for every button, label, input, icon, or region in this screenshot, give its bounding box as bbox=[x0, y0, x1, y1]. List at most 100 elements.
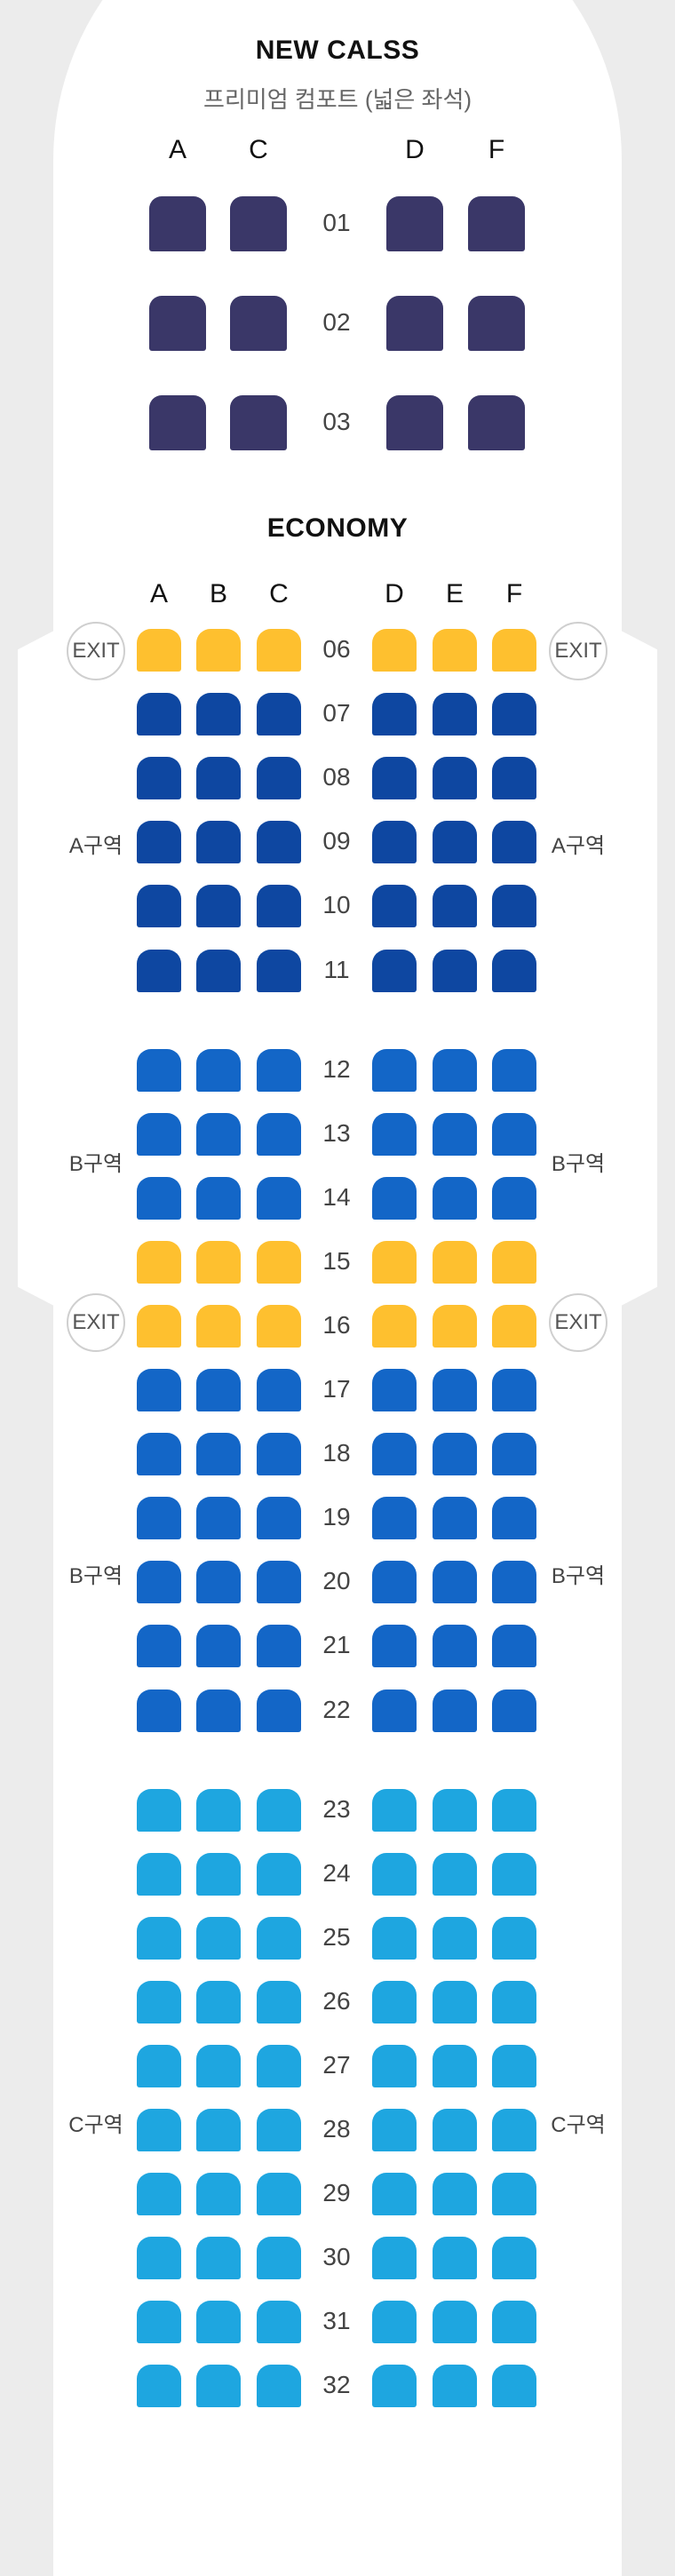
seat-10C[interactable] bbox=[257, 885, 301, 928]
seat-28B[interactable] bbox=[196, 2109, 241, 2151]
seat-31C[interactable] bbox=[257, 2301, 301, 2344]
seat-25F[interactable] bbox=[492, 1916, 536, 1960]
seat-02C[interactable] bbox=[230, 296, 287, 351]
seat-30D[interactable] bbox=[372, 2237, 417, 2280]
seat-20F[interactable] bbox=[492, 1561, 536, 1604]
seat-15B[interactable] bbox=[196, 1240, 241, 1284]
seat-22A[interactable] bbox=[137, 1689, 181, 1732]
seat-07A[interactable] bbox=[137, 693, 181, 736]
seat-21B[interactable] bbox=[196, 1625, 241, 1668]
seat-26C[interactable] bbox=[257, 1980, 301, 2023]
seat-02D[interactable] bbox=[386, 296, 443, 351]
seat-06A[interactable] bbox=[137, 629, 181, 672]
seat-29C[interactable] bbox=[257, 2173, 301, 2216]
seat-24C[interactable] bbox=[257, 1852, 301, 1896]
seat-31E[interactable] bbox=[433, 2301, 477, 2344]
seat-17D[interactable] bbox=[372, 1369, 417, 1411]
seat-07B[interactable] bbox=[196, 693, 241, 736]
seat-21D[interactable] bbox=[372, 1625, 417, 1668]
seat-27E[interactable] bbox=[433, 2044, 477, 2087]
seat-20D[interactable] bbox=[372, 1561, 417, 1604]
seat-29E[interactable] bbox=[433, 2173, 477, 2216]
seat-26D[interactable] bbox=[372, 1980, 417, 2023]
seat-03F[interactable] bbox=[468, 395, 525, 450]
seat-06F[interactable] bbox=[492, 629, 536, 672]
seat-24E[interactable] bbox=[433, 1852, 477, 1896]
seat-10B[interactable] bbox=[196, 885, 241, 928]
seat-32C[interactable] bbox=[257, 2365, 301, 2408]
seat-23C[interactable] bbox=[257, 1788, 301, 1832]
seat-20C[interactable] bbox=[257, 1561, 301, 1604]
seat-31B[interactable] bbox=[196, 2301, 241, 2344]
seat-18D[interactable] bbox=[372, 1433, 417, 1476]
seat-17A[interactable] bbox=[137, 1369, 181, 1411]
seat-18E[interactable] bbox=[433, 1433, 477, 1476]
seat-07E[interactable] bbox=[433, 693, 477, 736]
seat-03A[interactable] bbox=[149, 395, 206, 450]
seat-28C[interactable] bbox=[257, 2109, 301, 2151]
seat-07D[interactable] bbox=[372, 693, 417, 736]
seat-14C[interactable] bbox=[257, 1176, 301, 1220]
seat-19F[interactable] bbox=[492, 1497, 536, 1540]
seat-12B[interactable] bbox=[196, 1048, 241, 1092]
seat-31A[interactable] bbox=[137, 2301, 181, 2344]
seat-11F[interactable] bbox=[492, 949, 536, 992]
seat-22E[interactable] bbox=[433, 1689, 477, 1732]
seat-30C[interactable] bbox=[257, 2237, 301, 2280]
seat-28E[interactable] bbox=[433, 2109, 477, 2151]
seat-19D[interactable] bbox=[372, 1497, 417, 1540]
seat-02A[interactable] bbox=[149, 296, 206, 351]
seat-24D[interactable] bbox=[372, 1852, 417, 1896]
seat-08B[interactable] bbox=[196, 757, 241, 800]
seat-29B[interactable] bbox=[196, 2173, 241, 2216]
seat-23A[interactable] bbox=[137, 1788, 181, 1832]
seat-18C[interactable] bbox=[257, 1433, 301, 1476]
exit-badge-left-mid[interactable]: EXIT bbox=[67, 1293, 125, 1352]
seat-11B[interactable] bbox=[196, 949, 241, 992]
seat-26E[interactable] bbox=[433, 1980, 477, 2023]
seat-22B[interactable] bbox=[196, 1689, 241, 1732]
seat-12F[interactable] bbox=[492, 1048, 536, 1092]
seat-22C[interactable] bbox=[257, 1689, 301, 1732]
seat-19B[interactable] bbox=[196, 1497, 241, 1540]
seat-17E[interactable] bbox=[433, 1369, 477, 1411]
seat-08D[interactable] bbox=[372, 757, 417, 800]
seat-29F[interactable] bbox=[492, 2173, 536, 2216]
seat-07F[interactable] bbox=[492, 693, 536, 736]
seat-31D[interactable] bbox=[372, 2301, 417, 2344]
seat-25E[interactable] bbox=[433, 1916, 477, 1960]
seat-13F[interactable] bbox=[492, 1112, 536, 1156]
seat-19E[interactable] bbox=[433, 1497, 477, 1540]
seat-23B[interactable] bbox=[196, 1788, 241, 1832]
seat-26A[interactable] bbox=[137, 1980, 181, 2023]
seat-11A[interactable] bbox=[137, 949, 181, 992]
seat-22F[interactable] bbox=[492, 1689, 536, 1732]
seat-15D[interactable] bbox=[372, 1240, 417, 1284]
seat-08F[interactable] bbox=[492, 757, 536, 800]
seat-09C[interactable] bbox=[257, 821, 301, 864]
seat-15F[interactable] bbox=[492, 1240, 536, 1284]
seat-21C[interactable] bbox=[257, 1625, 301, 1668]
seat-26B[interactable] bbox=[196, 1980, 241, 2023]
seat-18F[interactable] bbox=[492, 1433, 536, 1476]
seat-11E[interactable] bbox=[433, 949, 477, 992]
seat-18B[interactable] bbox=[196, 1433, 241, 1476]
seat-17C[interactable] bbox=[257, 1369, 301, 1411]
exit-badge-right-front[interactable]: EXIT bbox=[549, 622, 608, 680]
seat-23F[interactable] bbox=[492, 1788, 536, 1832]
seat-32E[interactable] bbox=[433, 2365, 477, 2408]
seat-12A[interactable] bbox=[137, 1048, 181, 1092]
seat-20A[interactable] bbox=[137, 1561, 181, 1604]
seat-08E[interactable] bbox=[433, 757, 477, 800]
seat-28F[interactable] bbox=[492, 2109, 536, 2151]
seat-11D[interactable] bbox=[372, 949, 417, 992]
seat-24A[interactable] bbox=[137, 1852, 181, 1896]
seat-29D[interactable] bbox=[372, 2173, 417, 2216]
seat-25C[interactable] bbox=[257, 1916, 301, 1960]
seat-21A[interactable] bbox=[137, 1625, 181, 1668]
seat-19A[interactable] bbox=[137, 1497, 181, 1540]
seat-09B[interactable] bbox=[196, 821, 241, 864]
seat-16C[interactable] bbox=[257, 1304, 301, 1348]
seat-06B[interactable] bbox=[196, 629, 241, 672]
seat-18A[interactable] bbox=[137, 1433, 181, 1476]
